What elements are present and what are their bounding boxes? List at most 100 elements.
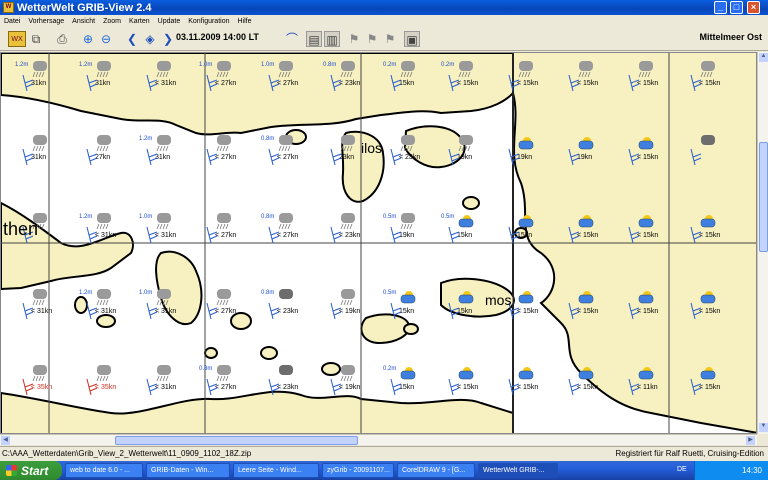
start-label: Start <box>21 463 49 478</box>
place-label-milos: ilos <box>361 140 382 156</box>
task-zygrib[interactable]: zyGrib - 20091107... <box>322 463 394 478</box>
language-indicator[interactable]: DE <box>677 466 687 473</box>
window-title: WetterWelt GRIB-View 2.4 <box>17 1 152 14</box>
menu-konfiguration[interactable]: Konfiguration <box>184 18 233 25</box>
zoom-in-icon[interactable]: ⊕ <box>80 31 96 47</box>
legend-icon[interactable]: ▣ <box>404 31 420 47</box>
wind-speed-label: < 31kn <box>95 232 116 239</box>
wind-speed-label: < 31kn <box>95 308 116 315</box>
wind-speed-label: < 35kn <box>95 384 116 391</box>
weather-map[interactable]: 1.2m 31kn 1.2m 31kn < 31kn 1.0m < 27kn 1.0m < 27… <box>0 52 757 434</box>
wind-speed-label: < 15kn <box>517 308 538 315</box>
task-web-to-date[interactable]: web to date 6.0 - ... <box>65 463 143 478</box>
close-button[interactable]: × <box>747 1 760 14</box>
wind-speed-label: < 23kn <box>339 232 360 239</box>
islet-2 <box>96 314 116 328</box>
islet-7 <box>321 362 341 376</box>
wind-speed-label: 19kn <box>457 154 472 161</box>
cloud-icon <box>701 135 715 145</box>
menu-zoom[interactable]: Zoom <box>99 18 125 25</box>
menu-hilfe[interactable]: Hilfe <box>234 18 256 25</box>
station-cell: < 15kn <box>448 367 478 396</box>
islet-6 <box>204 347 218 359</box>
wave-height-label: 0.5m <box>383 290 396 296</box>
rain-cloud-icon <box>340 213 355 230</box>
scroll-up-icon[interactable]: ▲ <box>759 53 768 62</box>
title-bar[interactable]: W WetterWelt GRIB-View 2.4 _ □ × <box>0 0 768 15</box>
status-bar: C:\AAA_Wetterdaten\Grib_View_2_Wetterwel… <box>0 446 768 460</box>
rain-cloud-icon <box>156 365 171 382</box>
island-c <box>360 313 411 345</box>
horizontal-scroll-thumb[interactable] <box>115 436 358 445</box>
map-canvas[interactable]: 1.2m 31kn 1.2m 31kn < 31kn 1.0m < 27kn 1.0m < 27… <box>1 53 757 434</box>
menu-karten[interactable]: Karten <box>125 18 154 25</box>
vertical-scrollbar[interactable]: ▲ ▼ <box>757 52 768 434</box>
wind-speed-label: < 27kn <box>277 154 298 161</box>
network-icon[interactable]: ⧉ <box>28 31 44 47</box>
print-icon[interactable]: ⎙ <box>54 31 70 47</box>
scroll-left-icon[interactable]: ◀ <box>1 436 10 445</box>
status-file-path: C:\AAA_Wetterdaten\Grib_View_2_Wetterwel… <box>2 449 252 458</box>
wave-height-label: 1.2m <box>79 290 92 296</box>
app-window: W WetterWelt GRIB-View 2.4 _ □ × Datei V… <box>0 0 768 464</box>
station-cell: 1.0m < 31kn <box>139 213 176 244</box>
wind-speed-label: < 11kn <box>637 384 658 391</box>
rain-cloud-icon <box>216 289 231 306</box>
maximize-button[interactable]: □ <box>730 1 743 14</box>
wave-height-label: 0.5m <box>383 214 396 220</box>
rain-cloud-icon <box>278 135 293 152</box>
menu-bar: Datei Vorhersage Ansicht Zoom Karten Upd… <box>0 15 768 27</box>
rain-cloud-icon <box>216 213 231 230</box>
station-cell: < 27kn <box>206 289 236 320</box>
wind-speed-label: < 27kn <box>215 154 236 161</box>
sun-cloud-icon <box>400 291 416 304</box>
wind-speed-label: < 23kn <box>339 80 360 87</box>
zoom-out-icon[interactable]: ⊖ <box>98 31 114 47</box>
islet-3 <box>74 296 88 314</box>
minimize-button[interactable]: _ <box>714 1 727 14</box>
status-registration: Registriert für Ralf Ruetti, Cruising-Ed… <box>615 449 765 458</box>
wind-speed-label: < 15kn <box>637 232 658 239</box>
wx-data-icon[interactable]: WX <box>8 31 26 47</box>
menu-update[interactable]: Update <box>154 18 185 25</box>
task-coreldraw[interactable]: CorelDRAW 9 - [G... <box>397 463 475 478</box>
wind-speed-label: < 15kn <box>517 80 538 87</box>
task-grib-daten[interactable]: GRIB-Daten - Win... <box>146 463 230 478</box>
wind-speed-label: 19kn <box>577 154 592 161</box>
islet-8 <box>403 323 419 335</box>
current-time-icon[interactable]: ◈ <box>142 31 158 47</box>
menu-ansicht[interactable]: Ansicht <box>68 18 99 25</box>
islet-5 <box>260 346 278 360</box>
task-wetterwelt[interactable]: WetterWelt GRIB-... <box>478 463 558 478</box>
scroll-down-icon[interactable]: ▼ <box>759 423 768 432</box>
rain-cloud-icon <box>400 213 415 230</box>
task-leere-seite[interactable]: Leere Seite - Wind... <box>233 463 319 478</box>
rain-cloud-icon <box>96 213 111 230</box>
wind-speed-label: < 31kn <box>155 80 176 87</box>
wave-height-label: 0.2m <box>383 62 396 68</box>
system-tray: DE 14:30 <box>677 461 768 480</box>
route-icon[interactable]: ⌒ <box>284 31 300 47</box>
next-time-icon[interactable]: ❯ <box>160 31 176 47</box>
wave-height-label: 1.2m <box>79 214 92 220</box>
layer-b-icon[interactable]: ▥ <box>324 31 340 47</box>
wind-speed-label: < 15kn <box>637 308 658 315</box>
wind-flag-b-icon[interactable]: ⚑ <box>364 31 380 47</box>
wave-height-label: 0.2m <box>383 366 396 372</box>
station-cell: < 19kn <box>330 289 360 320</box>
rain-cloud-icon <box>216 365 231 382</box>
cloud-icon <box>279 365 293 375</box>
menu-vorhersage[interactable]: Vorhersage <box>24 18 68 25</box>
menu-datei[interactable]: Datei <box>0 18 24 25</box>
layer-a-icon[interactable]: ▤ <box>306 31 322 47</box>
start-button[interactable]: Start <box>0 461 62 480</box>
wind-flag-a-icon[interactable]: ⚑ <box>346 31 362 47</box>
wind-flag-c-icon[interactable]: ⚑ <box>382 31 398 47</box>
rain-cloud-icon <box>32 135 47 152</box>
scroll-right-icon[interactable]: ▶ <box>746 436 755 445</box>
vertical-scroll-thumb[interactable] <box>759 142 768 252</box>
horizontal-scrollbar[interactable]: ◀ ▶ <box>0 434 757 445</box>
wave-height-label: 1.0m <box>139 290 152 296</box>
wind-speed-label: < 15kn <box>699 384 720 391</box>
previous-time-icon[interactable]: ❮ <box>124 31 140 47</box>
